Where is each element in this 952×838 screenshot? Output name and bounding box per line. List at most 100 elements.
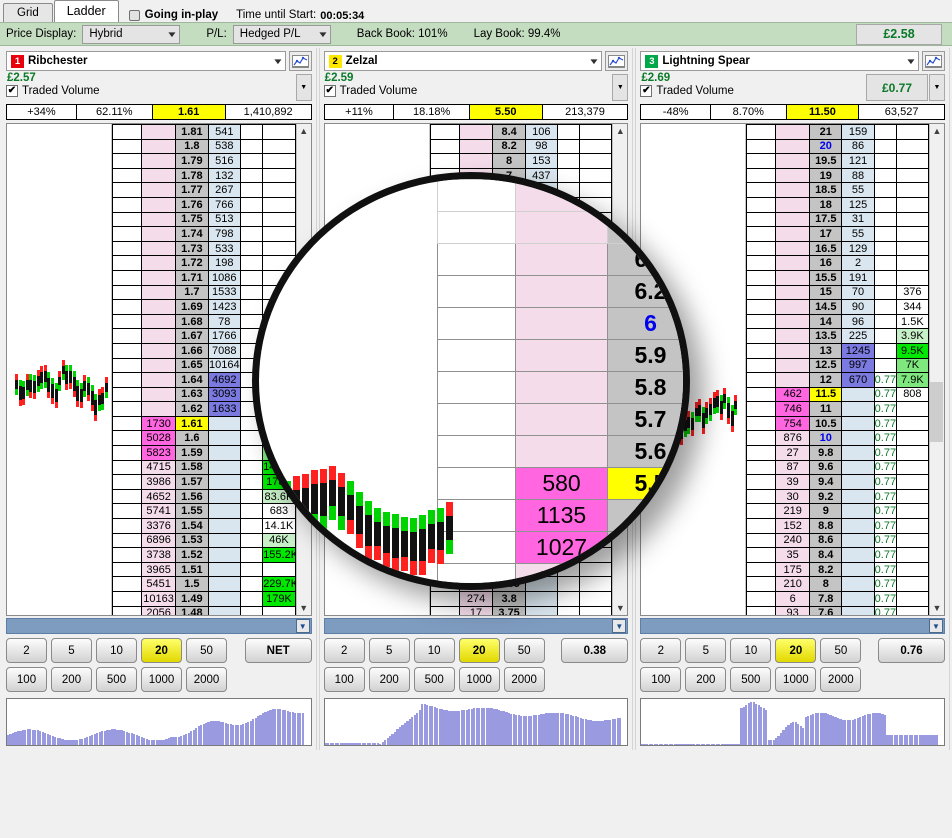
ladder-scrollbar[interactable]: ▲ ▼ [929,124,944,615]
checkbox-icon[interactable] [129,10,140,21]
ladder-row[interactable]: 462 11.5 0.77 808 [747,387,929,402]
price-cell[interactable]: 1.72 [176,256,208,271]
price-cell[interactable]: 1.54 [176,519,208,534]
lay-cell[interactable] [776,256,810,271]
price-cell[interactable]: 1.75 [176,212,208,227]
stake-button-50[interactable]: 50 [504,638,545,663]
tab-ladder[interactable]: Ladder [54,0,119,22]
lay-cell[interactable] [142,227,176,242]
stake-button-1000[interactable]: 1000 [775,667,816,692]
lay-cell[interactable]: 152 [776,519,810,534]
ladder-row[interactable]: 87 9.6 0.77 [747,460,929,475]
back-cell[interactable] [842,431,874,446]
stake-button-50[interactable]: 50 [820,638,861,663]
stake-cell[interactable] [113,533,142,548]
back-cell[interactable]: 106 [525,125,557,140]
ladder-row[interactable]: 10163 1.49 179K [113,592,296,607]
back-cell[interactable]: 191 [842,270,874,285]
back-cell[interactable]: 225 [842,329,874,344]
lay-cell[interactable] [142,343,176,358]
lay-cell[interactable]: 35 [776,548,810,563]
price-cell[interactable]: 20 [810,139,842,154]
stake-cell[interactable] [113,592,142,607]
back-cell[interactable] [208,504,240,519]
price-cell[interactable]: 16.5 [810,241,842,256]
stake-cell[interactable] [113,227,142,242]
stake-cell[interactable] [113,460,142,475]
stake-cell[interactable] [747,504,776,519]
scroll-up-icon[interactable]: ▲ [299,126,308,136]
stake-cell[interactable] [747,416,776,431]
lay-cell[interactable]: 27 [776,446,810,461]
price-cell[interactable]: 13 [810,343,842,358]
price-cell[interactable]: 18.5 [810,183,842,198]
ladder-row[interactable]: 746 11 0.77 [747,402,929,417]
lay-cell[interactable]: 5451 [142,577,176,592]
collapse-icon[interactable]: ▼ [296,619,310,633]
lay-cell[interactable] [776,154,810,169]
stake-cell[interactable] [747,387,776,402]
ladder-row[interactable]: 18.5 55 [747,183,929,198]
stake-button-200[interactable]: 200 [51,667,92,692]
lay-cell[interactable] [142,285,176,300]
back-cell[interactable] [208,606,240,615]
price-cell[interactable]: 9 [810,504,842,519]
back-cell[interactable]: 1423 [208,300,240,315]
scroll-up-icon[interactable]: ▲ [933,126,942,136]
chart-button-3[interactable] [922,51,945,71]
back-cell[interactable] [208,562,240,577]
back-cell[interactable] [842,475,874,490]
price-cell[interactable]: 14.5 [810,300,842,315]
price-cell[interactable]: 1.58 [176,460,208,475]
stake-cell[interactable] [113,300,142,315]
lay-cell[interactable]: 1730 [142,416,176,431]
stake-cell[interactable] [747,519,776,534]
stake-cell[interactable] [113,548,142,563]
back-cell[interactable]: 55 [842,227,874,242]
stake-cell[interactable] [430,154,459,169]
lay-cell[interactable] [776,373,810,388]
back-cell[interactable]: 129 [842,241,874,256]
stake-cell[interactable] [113,358,142,373]
stake-cell[interactable] [113,373,142,388]
price-cell[interactable]: 7.6 [810,606,842,615]
stake-cell[interactable] [113,519,142,534]
stake-cell[interactable] [113,343,142,358]
stake-cell[interactable] [747,300,776,315]
price-cell[interactable]: 1.76 [176,197,208,212]
ladder-row[interactable]: 12.5 997 7K [747,358,929,373]
stake-cell[interactable] [113,270,142,285]
back-cell[interactable]: 98 [525,139,557,154]
lay-cell[interactable] [142,358,176,373]
back-cell[interactable]: 4692 [208,373,240,388]
price-cell[interactable]: 8 [493,154,525,169]
stake-button-1000[interactable]: 1000 [141,667,182,692]
lay-cell[interactable]: 6896 [142,533,176,548]
ladder-row[interactable]: 35 8.4 0.77 [747,548,929,563]
stake-cell[interactable] [747,314,776,329]
stake-cell[interactable] [747,343,776,358]
lay-cell[interactable]: 4652 [142,489,176,504]
price-cell[interactable]: 1.48 [176,606,208,615]
lay-cell[interactable]: 10163 [142,592,176,607]
lay-cell[interactable]: 219 [776,504,810,519]
price-cell[interactable]: 1.74 [176,227,208,242]
price-cell[interactable]: 15 [810,285,842,300]
lay-cell[interactable] [142,183,176,198]
stake-cell[interactable] [113,241,142,256]
back-cell[interactable]: 55 [842,183,874,198]
lay-cell[interactable]: 3376 [142,519,176,534]
ladder-row[interactable]: 15 70 376 [747,285,929,300]
price-cell[interactable]: 17.5 [810,212,842,227]
ladder-row[interactable]: 17 55 [747,227,929,242]
stake-button-500[interactable]: 500 [96,667,137,692]
lay-cell[interactable] [776,227,810,242]
price-cell[interactable]: 1.62 [176,402,208,417]
ladder-row[interactable]: 13.5 225 3.9K [747,329,929,344]
stake-cell[interactable] [430,139,459,154]
back-cell[interactable]: 7088 [208,343,240,358]
price-cell[interactable]: 8.4 [810,548,842,563]
stake-cell[interactable] [747,329,776,344]
stake-cell[interactable] [113,125,142,140]
stake-button-10[interactable]: 10 [96,638,137,663]
